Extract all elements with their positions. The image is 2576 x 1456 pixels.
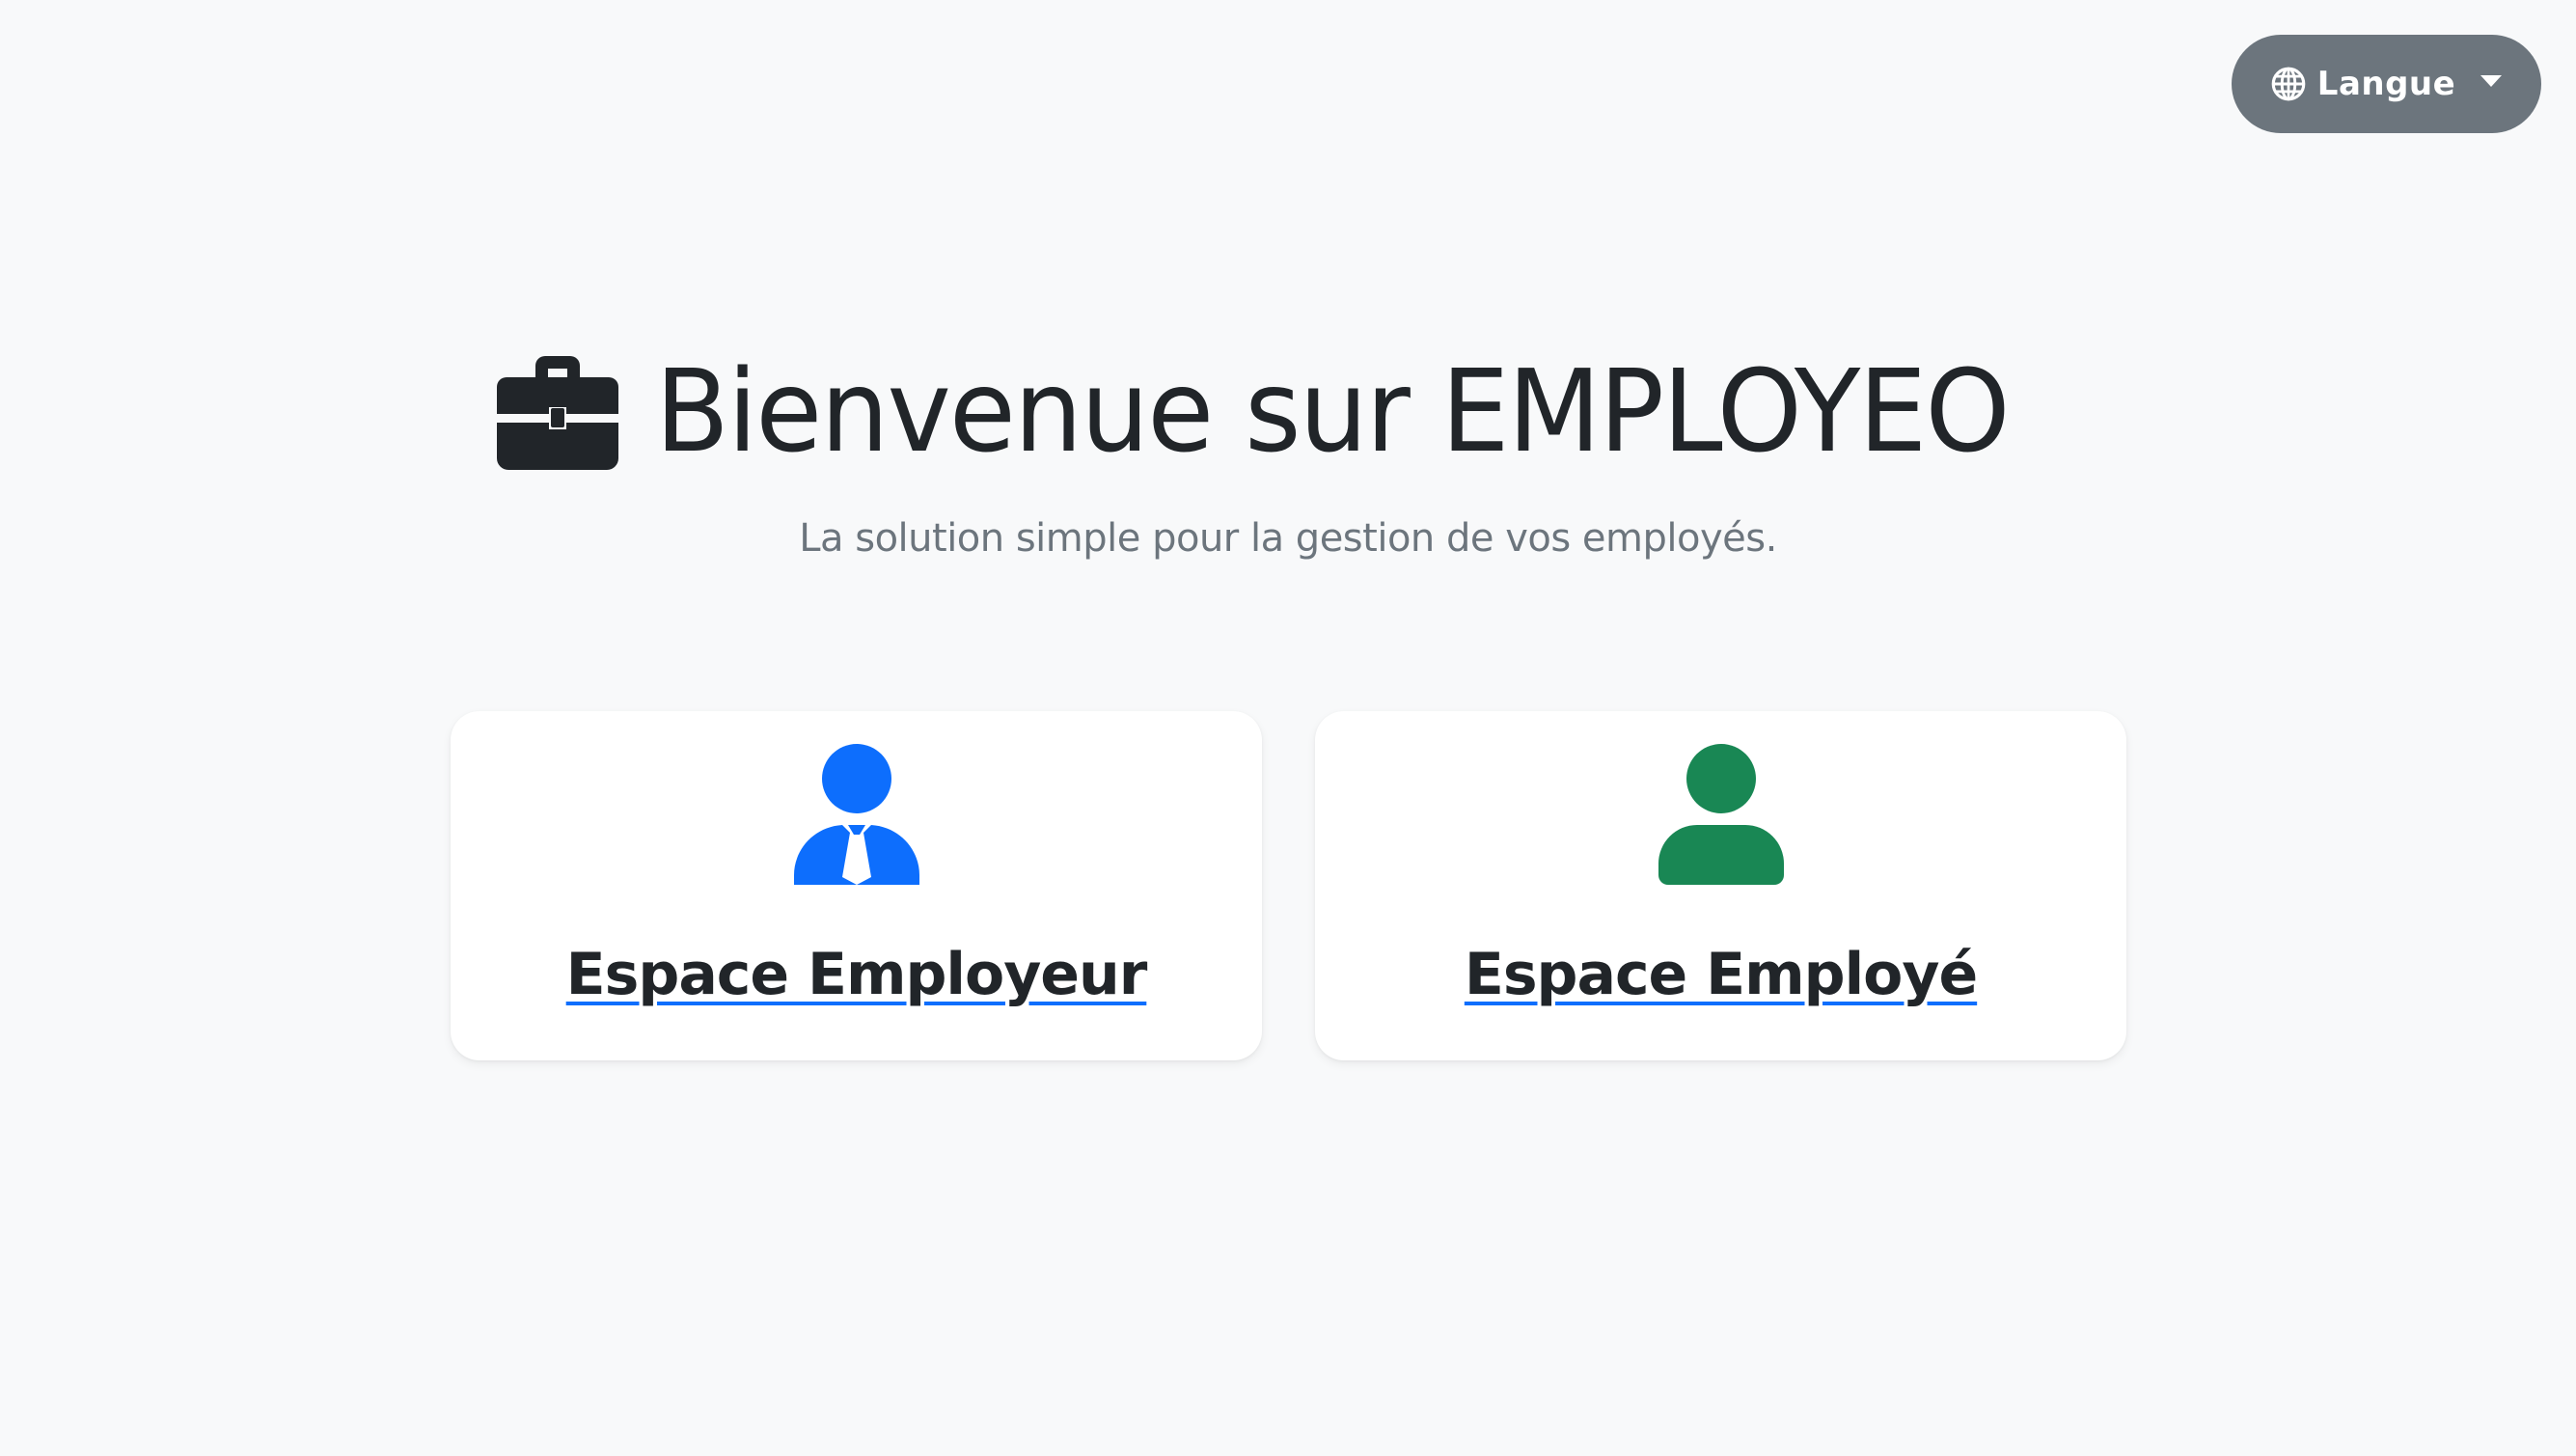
briefcase-icon bbox=[496, 356, 618, 470]
employee-space-card[interactable]: Espace Employé bbox=[1315, 711, 2126, 1060]
language-button-label: Langue bbox=[2316, 65, 2456, 103]
employer-space-link[interactable]: Espace Employeur bbox=[451, 941, 1262, 1008]
page-title: Bienvenue sur EMPLOYEO bbox=[654, 344, 2011, 478]
employee-person-icon bbox=[1658, 744, 1784, 885]
caret-down-icon bbox=[2480, 75, 2503, 87]
language-dropdown-button[interactable]: Langue bbox=[2232, 35, 2541, 133]
hero-heading: Bienvenue sur EMPLOYEO bbox=[0, 352, 2576, 470]
employer-person-tie-icon bbox=[793, 744, 919, 885]
globe-icon bbox=[2271, 67, 2306, 101]
employee-space-link[interactable]: Espace Employé bbox=[1315, 941, 2126, 1008]
employer-space-card[interactable]: Espace Employeur bbox=[451, 711, 1262, 1060]
page-subtitle: La solution simple pour la gestion de vo… bbox=[799, 516, 1777, 561]
